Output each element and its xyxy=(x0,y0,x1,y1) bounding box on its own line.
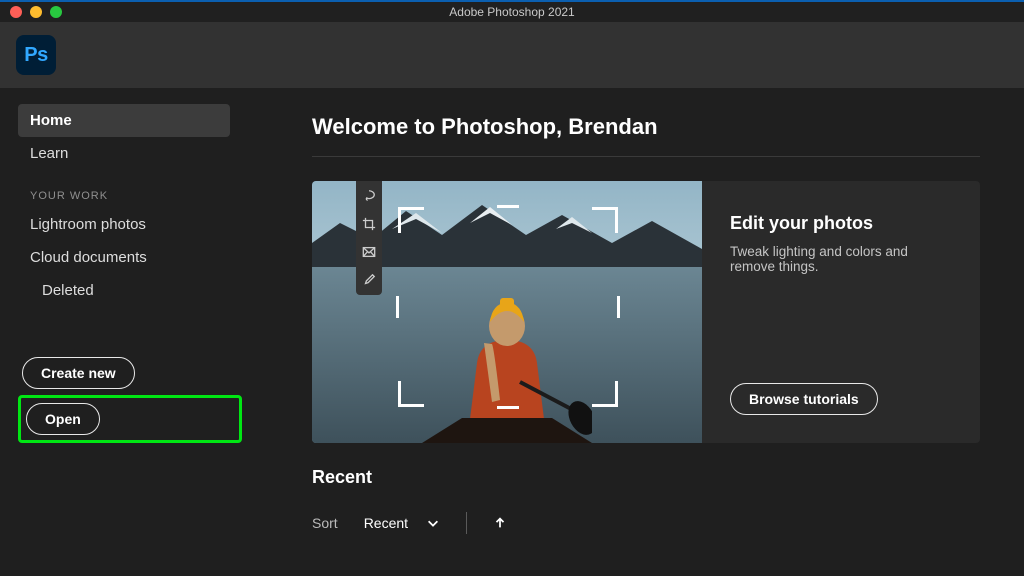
nav-item-label: Lightroom photos xyxy=(30,216,146,233)
sort-direction-button[interactable] xyxy=(493,516,507,530)
nav-item-label: Home xyxy=(30,112,72,129)
recent-section: Recent Sort Recent xyxy=(312,467,1024,534)
app-logo-text: Ps xyxy=(24,44,47,67)
create-new-button[interactable]: Create new xyxy=(22,357,135,389)
button-label: Create new xyxy=(41,365,116,381)
tutorial-subtitle: Tweak lighting and colors and remove thi… xyxy=(730,244,956,274)
tutorial-title: Edit your photos xyxy=(730,213,956,234)
nav-item-learn[interactable]: Learn xyxy=(18,137,230,170)
button-label: Open xyxy=(45,411,81,427)
tutorial-card-text: Edit your photos Tweak lighting and colo… xyxy=(702,181,980,443)
sidebar-section-header: YOUR WORK xyxy=(18,170,242,208)
nav-item-lightroom-photos[interactable]: Lightroom photos xyxy=(18,208,230,241)
tutorial-card-image xyxy=(312,181,702,443)
lasso-icon xyxy=(362,189,376,203)
window-title: Adobe Photoshop 2021 xyxy=(0,5,1024,19)
nav-item-deleted[interactable]: Deleted xyxy=(18,274,230,307)
eyedropper-icon xyxy=(362,273,376,287)
nav-item-label: Deleted xyxy=(42,282,94,299)
crop-icon xyxy=(362,217,376,231)
minimize-window-icon[interactable] xyxy=(30,6,42,18)
recent-heading: Recent xyxy=(312,467,1024,488)
tutorial-card[interactable]: Edit your photos Tweak lighting and colo… xyxy=(312,181,980,443)
sort-label: Sort xyxy=(312,515,338,531)
close-window-icon[interactable] xyxy=(10,6,22,18)
app-logo: Ps xyxy=(16,35,56,75)
mini-tool-strip xyxy=(356,181,382,295)
open-button[interactable]: Open xyxy=(26,403,100,435)
chevron-down-icon xyxy=(426,516,440,530)
divider xyxy=(312,156,980,157)
nav-item-cloud-documents[interactable]: Cloud documents xyxy=(18,241,230,274)
envelope-icon xyxy=(362,245,376,259)
sidebar: Home Learn YOUR WORK Lightroom photos Cl… xyxy=(0,88,242,576)
nav-item-label: Cloud documents xyxy=(30,249,147,266)
welcome-heading: Welcome to Photoshop, Brendan xyxy=(312,114,1024,140)
browse-tutorials-button[interactable]: Browse tutorials xyxy=(730,383,878,415)
main-content: Welcome to Photoshop, Brendan xyxy=(242,88,1024,576)
sort-value: Recent xyxy=(364,515,408,531)
zoom-window-icon[interactable] xyxy=(50,6,62,18)
titlebar: Adobe Photoshop 2021 xyxy=(0,0,1024,22)
crop-overlay xyxy=(398,207,618,407)
nav-item-label: Learn xyxy=(30,145,68,162)
app-chrome: Ps xyxy=(0,22,1024,88)
divider xyxy=(466,512,467,534)
sort-dropdown[interactable]: Recent xyxy=(364,515,440,531)
button-label: Browse tutorials xyxy=(749,391,859,407)
nav-item-home[interactable]: Home xyxy=(18,104,230,137)
tutorial-highlight: Open xyxy=(18,395,242,443)
window-controls xyxy=(0,6,62,18)
